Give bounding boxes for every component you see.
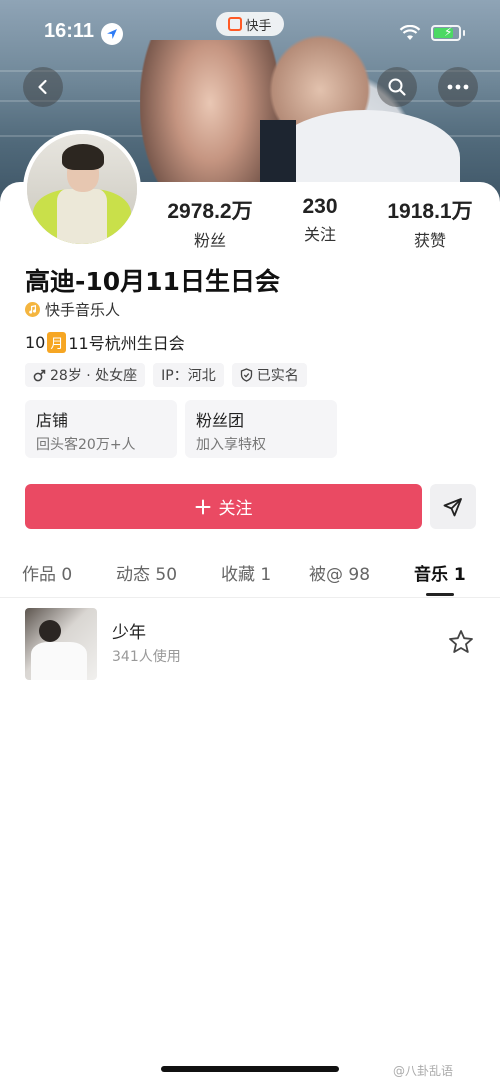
tag-real-name[interactable]: 已实名 [231,363,307,387]
chevron-left-icon [38,79,47,95]
tab-favorites[interactable]: 收藏 1 [221,560,271,585]
stat-following-value: 230 [302,195,338,218]
male-icon [33,369,46,381]
stat-following-label: 关注 [303,225,336,244]
tag-gender-age: 28岁 · 处女座 [25,363,146,387]
active-tab-indicator [426,593,454,596]
shield-check-icon [240,368,252,382]
shop-tile[interactable]: 店铺 回头客20万+人 [25,400,177,458]
stat-fans-label: 粉丝 [193,231,226,250]
plus-icon [195,499,210,514]
profile-tabs: 作品 0 动态 50 收藏 1 被@ 98 音乐 1 [0,560,500,598]
more-dots-icon [447,84,469,90]
stat-likes[interactable]: 1918.1万 获赞 [380,195,480,251]
profile-stats: 2978.2万 粉丝 230 关注 1918.1万 获赞 [160,195,480,251]
tag-real-name-label: 已实名 [256,368,299,384]
fan-club-tile-title: 粉丝团 [196,411,245,430]
list-item[interactable]: 少年 341人使用 [25,608,480,680]
tab-moments[interactable]: 动态 50 [116,560,177,585]
avatar[interactable] [23,130,141,248]
follow-button[interactable]: 关注 [25,484,422,529]
stat-fans-value: 2978.2万 [167,200,253,223]
verified-label: 快手音乐人 [45,301,121,319]
charging-bolt-icon: ⚡ [444,25,453,39]
app-pill-label: 快手 [245,18,272,34]
back-button[interactable] [23,67,63,107]
send-icon [443,497,462,516]
song-usage: 341人使用 [112,649,181,665]
tab-works[interactable]: 作品 0 [22,560,72,585]
song-cover-image [25,608,97,680]
shop-tile-title: 店铺 [36,411,69,430]
profile-tiles: 店铺 回头客20万+人 粉丝团 加入享特权 [25,400,337,458]
cover-figure-head [39,620,61,642]
search-button[interactable] [377,67,417,107]
location-arrow-icon [101,23,123,45]
avatar-hair [62,144,104,170]
tab-music[interactable]: 音乐 1 [414,560,466,585]
status-time: 16:11 [44,20,95,42]
battery-tip [463,30,465,36]
more-options-button[interactable] [438,67,478,107]
wifi-icon [399,25,421,40]
bio-prefix: 10 [25,332,46,352]
music-badge-icon [25,302,40,317]
verified-musician[interactable]: 快手音乐人 [25,299,120,320]
watermark: @八卦乱语 [393,1062,453,1079]
star-icon[interactable] [447,628,475,656]
search-icon [388,78,406,96]
shop-tile-subtitle: 回头客20万+人 [36,437,136,453]
share-button[interactable] [430,484,476,529]
stat-likes-value: 1918.1万 [387,200,473,223]
tag-ip: IP：河北 [153,363,224,387]
follow-button-label: 关注 [218,499,253,519]
battery-icon: ⚡ [431,25,461,41]
fan-club-tile[interactable]: 粉丝团 加入享特权 [185,400,337,458]
cover-figure-body [31,642,87,680]
stat-following[interactable]: 230 关注 [270,195,370,251]
kuaishou-logo-icon [228,17,243,31]
tag-ip-label: IP：河北 [161,368,216,384]
watermark-text: @八卦乱语 [393,1064,454,1078]
avatar-vest [57,189,107,244]
month-emoji: 月 [47,331,67,353]
profile-tags: 28岁 · 处女座 IP：河北 已实名 [25,363,307,387]
fan-club-tile-subtitle: 加入享特权 [196,437,266,453]
profile-bio: 10 月 11号杭州生日会 [25,330,185,354]
tag-gender-age-label: 28岁 · 处女座 [50,368,138,384]
stat-fans[interactable]: 2978.2万 粉丝 [160,195,260,251]
song-title: 少年 [112,623,146,643]
home-indicator [161,1066,339,1072]
stat-likes-label: 获赞 [413,231,446,250]
bio-suffix: 11号杭州生日会 [68,334,185,353]
app-pill[interactable]: 快手 [216,12,284,36]
tab-mentions[interactable]: 被@ 98 [309,560,370,585]
status-bar: 16:11 快手 ⚡ [0,0,500,60]
profile-name: 高迪-10月11日生日会 [25,267,280,296]
